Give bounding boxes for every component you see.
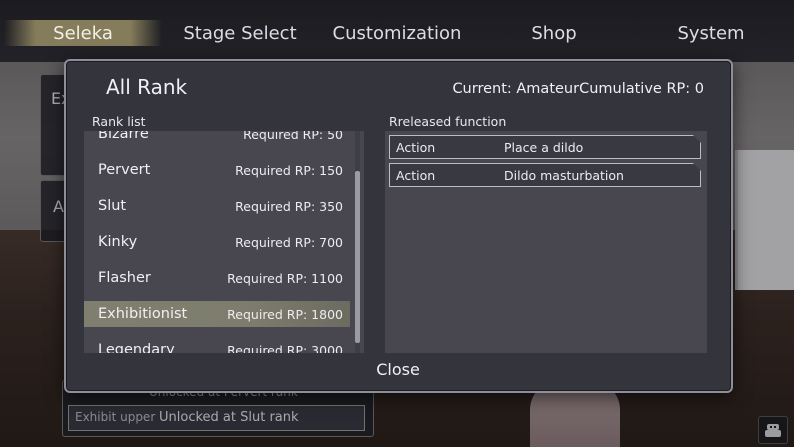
rank-row-slut[interactable]: Slut Required RP: 350 [84, 193, 350, 219]
function-row[interactable]: Action Place a dildo [389, 135, 701, 159]
close-button[interactable]: Close [358, 356, 438, 382]
rank-required-rp: Required RP: 350 [235, 198, 343, 214]
rank-name: Bizarre [98, 131, 149, 142]
released-function-list: Action Place a dildo Action Dildo mastur… [385, 131, 707, 353]
top-navigation: Seleka Stage Select Customization Shop S… [0, 0, 794, 62]
function-name: Place a dildo [504, 139, 584, 155]
rank-required-rp: Required RP: 3000 [227, 342, 343, 354]
rank-required-rp: Required RP: 700 [235, 234, 343, 250]
rank-list-scrollbar[interactable] [355, 171, 360, 343]
rank-row-kinky[interactable]: Kinky Required RP: 700 [84, 229, 350, 255]
function-row[interactable]: Action Dildo masturbation [389, 163, 701, 187]
current-rank-status: Current: AmateurCumulative RP: 0 [452, 81, 704, 97]
rank-name: Kinky [98, 234, 138, 250]
rank-name: Slut [98, 198, 127, 214]
rank-row-exhibitionist[interactable]: Exhibitionist Required RP: 1800 [84, 301, 350, 327]
dialog-title: All Rank [106, 75, 188, 99]
rank-list-label: Rank list [92, 114, 146, 129]
all-rank-dialog: All Rank Current: AmateurCumulative RP: … [64, 59, 733, 393]
rank-required-rp: Required RP: 150 [235, 162, 343, 178]
rank-row-flasher[interactable]: Flasher Required RP: 1100 [84, 265, 350, 291]
nav-tab-shop[interactable]: Shop [500, 20, 608, 46]
rank-required-rp: Required RP: 50 [243, 131, 343, 142]
nav-tab-system[interactable]: System [660, 20, 762, 46]
rank-required-rp: Required RP: 1800 [227, 306, 343, 322]
function-type: Action [396, 167, 436, 183]
rank-row-pervert[interactable]: Pervert Required RP: 150 [84, 157, 350, 183]
function-name: Dildo masturbation [504, 167, 624, 183]
rank-required-rp: Required RP: 1100 [227, 270, 343, 286]
rank-row-legendary[interactable]: Legendary Required RP: 3000 [84, 337, 350, 353]
function-type: Action [396, 139, 436, 155]
rank-name: Legendary [98, 342, 175, 353]
released-function-label: Rreleased function [389, 114, 507, 129]
rank-name: Pervert [98, 162, 151, 178]
rank-name: Flasher [98, 270, 151, 286]
nav-tab-seleka[interactable]: Seleka [4, 20, 162, 46]
rank-name: Exhibitionist [98, 306, 188, 322]
nav-tab-customization[interactable]: Customization [322, 20, 472, 46]
nav-tab-stage-select[interactable]: Stage Select [170, 20, 310, 46]
rank-row-bizarre[interactable]: Bizarre Required RP: 50 [84, 131, 350, 147]
rank-list[interactable]: Bizarre Required RP: 50 Pervert Required… [84, 131, 364, 353]
